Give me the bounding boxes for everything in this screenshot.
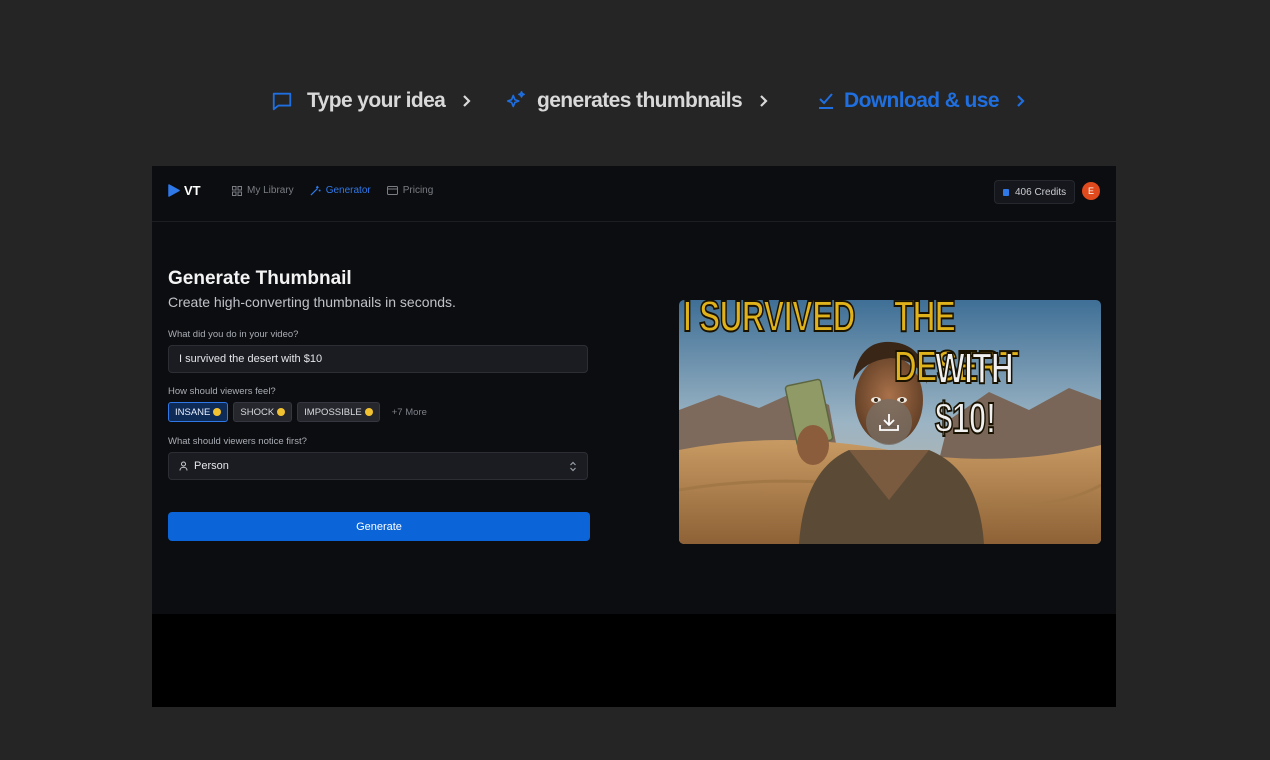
thumbnail-text-line1a: I SURVIVED	[682, 300, 856, 342]
focus-select[interactable]: Person	[168, 452, 588, 480]
nav-my-library[interactable]: My Library	[232, 185, 294, 196]
nav-links: My Library Generator Pricing	[232, 185, 449, 196]
nav-link-label: Pricing	[402, 185, 434, 196]
download-button[interactable]	[866, 399, 912, 445]
nav-link-label: Generator	[325, 185, 371, 196]
nav-pricing[interactable]: Pricing	[386, 185, 434, 196]
emotion-chips: INSANE SHOCK IMPOSSIBLE +7 More	[168, 402, 427, 422]
user-icon	[179, 461, 188, 471]
card-icon	[386, 186, 398, 195]
nav-generator[interactable]: Generator	[310, 185, 371, 196]
app-window: VT My Library Generator Pricing 406 Cred…	[152, 166, 1116, 614]
step-label: generates thumbnails	[537, 89, 743, 112]
generate-button[interactable]: Generate	[168, 512, 590, 541]
logo-text: VT	[184, 183, 201, 198]
top-nav: VT My Library Generator Pricing 406 Cred…	[152, 174, 1116, 222]
step-label: Type your idea	[307, 89, 446, 112]
video-question-label: What did you do in your video?	[168, 329, 299, 340]
chip-shock[interactable]: SHOCK	[233, 402, 293, 422]
chat-bubble-icon	[271, 90, 293, 112]
emoji-icon	[213, 408, 222, 416]
credits-count: 406 Credits	[1015, 186, 1067, 198]
thumbnail-text-line2: WITH $10!	[934, 343, 1014, 444]
wand-icon	[310, 185, 321, 196]
feel-question-label: How should viewers feel?	[168, 386, 276, 397]
app-frame: VT My Library Generator Pricing 406 Cred…	[152, 166, 1116, 707]
chip-label: IMPOSSIBLE	[304, 406, 362, 418]
chevron-right-icon	[758, 94, 770, 108]
step-download: Download & use	[818, 86, 1027, 116]
emoji-icon	[277, 408, 286, 416]
chip-impossible[interactable]: IMPOSSIBLE	[297, 402, 380, 422]
chevron-updown-icon	[570, 461, 576, 472]
step-generates: generates thumbnails	[505, 86, 770, 116]
sparkles-icon	[505, 90, 527, 112]
chip-label: SHOCK	[240, 406, 275, 418]
nav-link-label: My Library	[247, 185, 294, 196]
coin-icon	[1003, 188, 1009, 196]
notice-question-label: What should viewers notice first?	[168, 436, 307, 447]
logo[interactable]: VT	[168, 183, 201, 198]
credits-badge[interactable]: 406 Credits	[994, 180, 1076, 204]
steps-bar: Type your idea generates thumbnails Down…	[0, 86, 1270, 116]
thumbnail-preview[interactable]: I SURVIVED THE DESERT WITH $10!	[679, 300, 1101, 544]
play-logo-icon	[168, 184, 180, 197]
step-type-idea: Type your idea	[271, 86, 473, 116]
grid-icon	[232, 185, 242, 196]
avatar[interactable]: E	[1082, 182, 1100, 200]
select-value: Person	[194, 460, 229, 472]
more-chips-link[interactable]: +7 More	[392, 407, 427, 418]
step-label: Download & use	[844, 89, 1000, 112]
page-title: Generate Thumbnail	[168, 268, 352, 289]
emoji-icon	[364, 408, 373, 416]
page-subtitle: Create high-converting thumbnails in sec…	[168, 294, 456, 310]
video-description-input[interactable]: I survived the desert with $10	[168, 345, 588, 373]
input-value: I survived the desert with $10	[179, 353, 323, 365]
chevron-right-icon	[1015, 94, 1027, 108]
chevron-right-icon	[461, 94, 473, 108]
download-icon	[879, 414, 899, 431]
chip-insane[interactable]: INSANE	[168, 402, 229, 422]
check-icon	[818, 92, 834, 110]
chip-label: INSANE	[175, 406, 211, 418]
